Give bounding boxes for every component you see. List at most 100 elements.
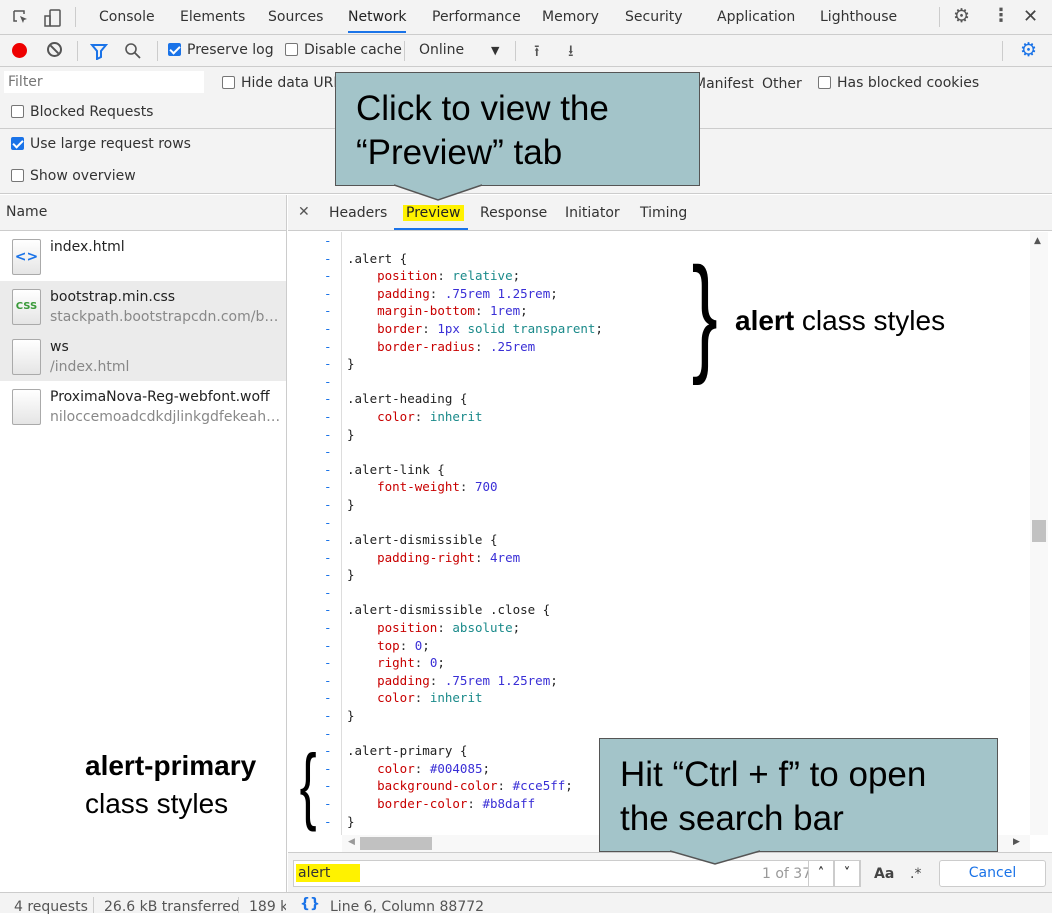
code-line: - padding: .75rem 1.25rem; bbox=[288, 285, 1030, 303]
detail-tab-response[interactable]: Response bbox=[480, 205, 547, 221]
detail-tab-timing[interactable]: Timing bbox=[640, 205, 687, 221]
large-rows-label: Use large request rows bbox=[30, 136, 191, 152]
code-line: - position: relative; bbox=[288, 267, 1030, 285]
html-file-icon: <> bbox=[12, 239, 41, 275]
code-text: } bbox=[347, 356, 355, 372]
line-text: color: inherit bbox=[377, 690, 483, 706]
preserve-log-checkbox[interactable]: Preserve log bbox=[168, 42, 274, 58]
tab-performance[interactable]: Performance bbox=[432, 9, 521, 25]
filter-type-other[interactable]: Other bbox=[762, 76, 802, 92]
line-marker: - bbox=[324, 743, 332, 759]
line-marker: - bbox=[324, 760, 332, 776]
blocked-requests-checkbox[interactable]: Blocked Requests bbox=[11, 104, 153, 120]
alert-styles-note: alert class styles bbox=[735, 305, 945, 337]
search-value: alert bbox=[296, 864, 361, 882]
code-line: - .alert { bbox=[288, 250, 1030, 268]
code-text: } bbox=[347, 567, 355, 583]
code-line: - .alert-dismissible { bbox=[288, 531, 1030, 549]
device-toolbar-icon[interactable] bbox=[44, 8, 64, 28]
note-bold: alert bbox=[735, 305, 795, 336]
import-har-icon[interactable]: ⭱ bbox=[534, 40, 540, 67]
clear-icon[interactable] bbox=[47, 42, 62, 57]
tab-sources[interactable]: Sources bbox=[268, 9, 323, 25]
search-icon[interactable] bbox=[124, 42, 142, 60]
line-text: } bbox=[347, 813, 355, 831]
tab-lighthouse[interactable]: Lighthouse bbox=[820, 9, 897, 25]
code-line: - color: inherit bbox=[288, 689, 1030, 707]
search-input[interactable]: alert 1 of 37 bbox=[293, 860, 861, 887]
record-icon[interactable] bbox=[12, 43, 27, 58]
network-settings-icon[interactable]: ⚙ bbox=[1020, 39, 1037, 61]
regex-button[interactable]: .* bbox=[910, 866, 921, 882]
match-case-button[interactable]: Aa bbox=[874, 866, 894, 882]
line-marker: - bbox=[324, 655, 332, 671]
line-marker: - bbox=[324, 567, 332, 583]
tab-network[interactable]: Network bbox=[348, 9, 407, 33]
file-icon bbox=[12, 389, 41, 425]
line-marker: - bbox=[324, 620, 332, 636]
line-text: padding-right: 4rem bbox=[377, 549, 521, 565]
filter-icon[interactable] bbox=[90, 42, 108, 60]
name-column-header[interactable]: Name bbox=[0, 195, 286, 231]
tab-application[interactable]: Application bbox=[717, 9, 795, 25]
tab-security[interactable]: Security bbox=[625, 9, 683, 25]
more-options-icon[interactable]: ⋮ bbox=[992, 5, 1010, 26]
css-property: top bbox=[377, 637, 400, 653]
hide-data-urls-label: Hide data URLs bbox=[241, 75, 349, 91]
request-row[interactable]: ws/index.html bbox=[0, 331, 286, 381]
css-selector: .alert-dismissible .close { bbox=[347, 602, 551, 618]
line-text: } bbox=[347, 355, 355, 373]
hide-data-urls-checkbox[interactable]: Hide data URLs bbox=[222, 75, 348, 91]
code-text: } bbox=[347, 426, 355, 442]
line-marker: - bbox=[324, 813, 332, 829]
detail-tab-preview[interactable]: Preview bbox=[403, 205, 464, 221]
search-callout: Hit “Ctrl + f” to open the search bar bbox=[599, 738, 998, 852]
line-text: position: relative; bbox=[377, 268, 521, 284]
previous-match-icon[interactable]: ˄ bbox=[808, 860, 834, 887]
line-marker: - bbox=[324, 672, 332, 688]
close-devtools-icon[interactable]: ✕ bbox=[1023, 6, 1038, 27]
tab-memory[interactable]: Memory bbox=[542, 9, 599, 25]
request-row[interactable]: <> index.html bbox=[0, 231, 286, 281]
filter-input[interactable] bbox=[4, 71, 204, 93]
line-marker: - bbox=[324, 479, 332, 495]
show-overview-checkbox[interactable]: Show overview bbox=[11, 168, 136, 184]
code-line: - .alert-dismissible .close { bbox=[288, 601, 1030, 619]
detail-tab-headers[interactable]: Headers bbox=[329, 205, 387, 221]
tab-elements[interactable]: Elements bbox=[180, 9, 245, 25]
pretty-print-icon[interactable]: {} bbox=[300, 896, 320, 912]
css-property: padding bbox=[377, 285, 430, 301]
has-blocked-cookies-checkbox[interactable]: Has blocked cookies bbox=[818, 75, 979, 91]
cancel-button[interactable]: Cancel bbox=[939, 860, 1046, 887]
large-rows-checkbox[interactable]: Use large request rows bbox=[11, 136, 191, 152]
scroll-right-icon[interactable]: ▶ bbox=[1013, 837, 1020, 847]
next-match-icon[interactable]: ˅ bbox=[834, 860, 860, 887]
disable-cache-checkbox[interactable]: Disable cache bbox=[285, 42, 402, 58]
request-row[interactable]: ProximaNova-Reg-webfont.woff niloccemoadc… bbox=[0, 381, 286, 431]
code-line: - color: inherit bbox=[288, 408, 1030, 426]
throttling-select[interactable]: Online ▼ bbox=[419, 42, 509, 58]
css-value: inherit bbox=[429, 408, 483, 424]
request-row[interactable]: CSS bootstrap.min.css stackpath.bootstrapc… bbox=[0, 281, 286, 331]
settings-gear-icon[interactable]: ⚙ bbox=[953, 5, 970, 27]
line-marker: - bbox=[324, 690, 332, 706]
inspect-element-icon[interactable] bbox=[12, 9, 30, 27]
vertical-scrollbar[interactable]: ▲ bbox=[1030, 232, 1048, 835]
file-icon bbox=[12, 339, 41, 375]
export-har-icon[interactable]: ⭳ bbox=[568, 40, 574, 67]
css-property: position bbox=[377, 620, 438, 636]
detail-tab-initiator[interactable]: Initiator bbox=[565, 205, 620, 221]
line-marker: - bbox=[324, 496, 332, 512]
filter-type-manifest[interactable]: Manifest bbox=[694, 76, 754, 92]
close-detail-icon[interactable]: ✕ bbox=[298, 204, 310, 220]
request-name: bootstrap.min.css bbox=[50, 289, 176, 305]
line-text: .alert { bbox=[347, 250, 407, 268]
callout-pointer bbox=[670, 850, 761, 865]
request-name: ws bbox=[50, 339, 69, 355]
tab-console[interactable]: Console bbox=[99, 9, 155, 25]
css-value: 4rem bbox=[490, 549, 521, 565]
line-marker: - bbox=[324, 320, 332, 336]
css-property: color bbox=[377, 690, 415, 706]
line-text: .alert-heading { bbox=[347, 390, 467, 408]
css-selector: .alert-link { bbox=[347, 461, 445, 477]
